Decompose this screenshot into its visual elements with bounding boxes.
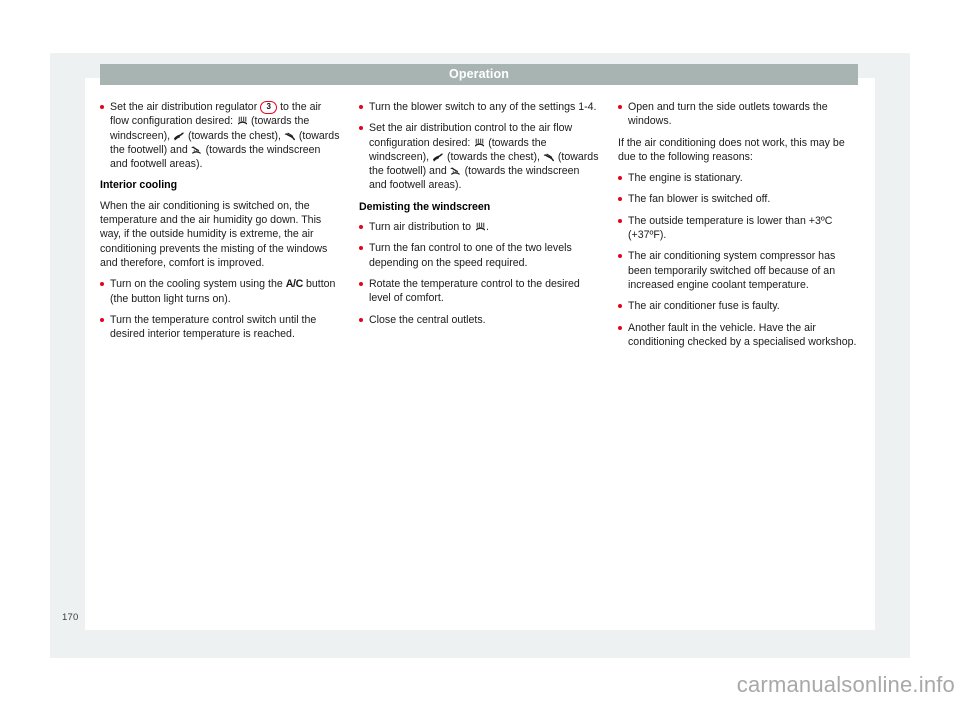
instruction-bullet-item: The air conditioning system compressor h… (618, 249, 858, 292)
text-run: The fan blower is switched off. (628, 193, 771, 206)
bullet-dot-icon (618, 197, 622, 202)
bullet-dot-icon (359, 126, 363, 131)
text-run: (towards the chest), (444, 150, 543, 163)
instruction-bullet-item: Rotate the temperature control to the de… (359, 277, 599, 306)
bullet-dot-icon (618, 176, 622, 181)
section-subheading: Interior cooling (100, 179, 178, 192)
ac-button-label: A/C (285, 278, 304, 291)
instruction-bullet-item: Turn the fan control to one of the two l… (359, 241, 599, 270)
text-run: Turn the fan control to one of the two l… (369, 242, 572, 269)
windscreen-footwell-icon (191, 145, 202, 155)
instruction-bullet-item: Set the air distribution regulator 3 to … (100, 100, 340, 171)
manual-page: Operation Set the air distribution regul… (85, 64, 875, 630)
text-run: Rotate the temperature control to the de… (369, 277, 580, 305)
instruction-bullet-item: Open and turn the side outlets towards t… (618, 100, 858, 129)
text-run: The air conditioner fuse is faulty. (628, 300, 780, 313)
chest-vent-icon (173, 131, 185, 141)
text-column-left: Set the air distribution regulator 3 to … (100, 100, 340, 356)
bullet-dot-icon (359, 105, 363, 109)
bullet-dot-icon (359, 246, 363, 251)
bullet-dot-icon (359, 317, 363, 322)
bullet-dot-icon (618, 105, 622, 109)
text-run: Close the central outlets. (369, 313, 486, 326)
windscreen-footwell-icon (450, 166, 461, 176)
text-run: The engine is stationary. (628, 172, 743, 185)
body-paragraph: If the air conditioning does not work, t… (618, 136, 845, 163)
bullet-dot-icon (359, 225, 363, 230)
body-paragraph: When the air conditioning is switched on… (100, 199, 328, 269)
instruction-bullet-item: Turn on the cooling system using the A/C… (100, 277, 340, 306)
page-number: 170 (62, 612, 79, 623)
instruction-bullet-item: Turn the temperature control switch unti… (100, 313, 340, 342)
bullet-dot-icon (100, 317, 104, 322)
instruction-bullet-item: Turn the blower switch to any of the set… (359, 100, 599, 114)
text-run: The air conditioning system compressor h… (628, 250, 836, 291)
text-run: Turn the temperature control switch unti… (110, 313, 317, 341)
defrost-windscreen-icon (474, 138, 485, 148)
text-column-middle: Turn the blower switch to any of the set… (359, 100, 599, 356)
instruction-bullet-item: Close the central outlets. (359, 313, 599, 327)
footwell-vent-icon (284, 131, 296, 141)
watermark: carmanualsonline.info (736, 672, 955, 697)
footwell-vent-icon (543, 152, 555, 162)
text-run: The outside temperature is lower than +3… (628, 214, 833, 242)
text-run: Set the air distribution regulator (110, 101, 261, 113)
bullet-dot-icon (100, 282, 104, 287)
bullet-dot-icon (618, 325, 622, 330)
bullet-dot-icon (618, 254, 622, 259)
instruction-bullet-item: Turn air distribution to . (359, 220, 599, 234)
text-run: Turn on the cooling system using the (110, 278, 286, 291)
pdf-viewer: Operation Set the air distribution regul… (0, 0, 960, 708)
text-run: (towards the chest), (185, 129, 284, 142)
text-run: Turn air distribution to (369, 221, 475, 234)
defrost-windscreen-icon (475, 222, 486, 232)
instruction-bullet-item: The outside temperature is lower than +3… (618, 214, 858, 243)
callout-reference-badge: 3 (260, 101, 278, 114)
text-column-right: Open and turn the side outlets towards t… (618, 100, 858, 356)
text-run: Open and turn the side outlets towards t… (628, 101, 828, 128)
text-run: Turn the blower switch to any of the set… (369, 101, 597, 113)
instruction-bullet-item: Set the air distribution control to the … (359, 121, 599, 192)
instruction-bullet-item: The engine is stationary. (618, 171, 858, 185)
instruction-bullet-item: Another fault in the vehicle. Have the a… (618, 321, 858, 350)
chest-vent-icon (432, 152, 444, 162)
section-subheading: Demisting the windscreen (359, 200, 491, 213)
text-run: Another fault in the vehicle. Have the a… (628, 321, 857, 348)
bullet-dot-icon (618, 218, 622, 223)
defrost-windscreen-icon (237, 116, 248, 126)
bullet-dot-icon (359, 281, 363, 286)
instruction-bullet-item: The fan blower is switched off. (618, 192, 858, 206)
running-header: Operation (100, 64, 858, 85)
page-columns: Set the air distribution regulator 3 to … (100, 100, 858, 356)
page-title: Operation (449, 67, 509, 82)
text-run: . (486, 221, 489, 234)
instruction-bullet-item: The air conditioner fuse is faulty. (618, 299, 858, 313)
bullet-dot-icon (618, 304, 622, 309)
bullet-dot-icon (100, 105, 104, 109)
